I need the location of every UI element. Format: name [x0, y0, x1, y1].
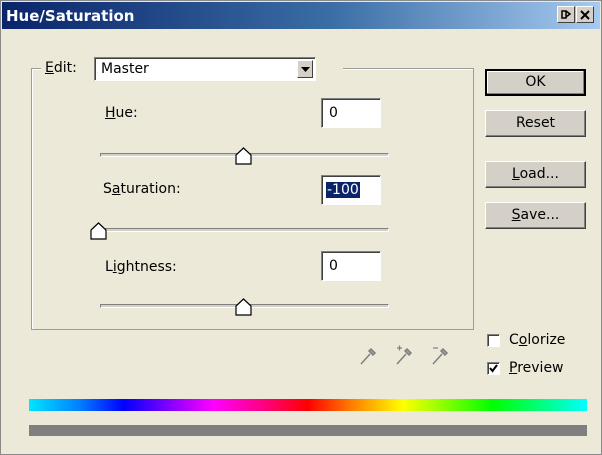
ok-button[interactable]: OK: [485, 69, 586, 96]
close-icon: [580, 10, 590, 20]
hue-value: 0: [329, 105, 338, 121]
saturation-label: Saturation:: [103, 181, 181, 197]
save-button[interactable]: Save...: [485, 202, 586, 229]
edit-select[interactable]: Master: [94, 57, 316, 81]
preview-label[interactable]: Preview: [509, 360, 564, 376]
check-icon: [489, 364, 498, 373]
lightness-value: 0: [329, 258, 338, 274]
saturation-slider-track[interactable]: [100, 228, 389, 232]
eyedropper-plus-icon[interactable]: [394, 345, 414, 367]
hue-saturation-dialog: Hue/Saturation Edit: Master Hue: 0 Satur…: [0, 0, 602, 455]
lightness-input[interactable]: 0: [321, 251, 381, 281]
color-spectrum-bar: [29, 399, 587, 411]
edit-label: Edit:: [45, 60, 77, 76]
reset-button[interactable]: Reset: [485, 110, 586, 137]
eyedropper-icon[interactable]: [358, 345, 378, 367]
hue-input[interactable]: 0: [321, 98, 381, 128]
eyedropper-minus-icon[interactable]: [430, 345, 450, 367]
preview-checkbox[interactable]: [487, 362, 500, 375]
hue-label: Hue:: [105, 105, 138, 121]
load-button[interactable]: Load...: [485, 161, 586, 188]
title-bar[interactable]: Hue/Saturation: [2, 2, 600, 29]
colorize-checkbox[interactable]: [487, 334, 500, 347]
lightness-label: Lightness:: [105, 259, 177, 275]
edit-selected-value: Master: [101, 61, 149, 77]
help-icon: [561, 10, 572, 19]
help-button[interactable]: [557, 6, 575, 23]
colorize-label[interactable]: Colorize: [509, 332, 565, 348]
close-button[interactable]: [576, 6, 594, 23]
edit-label-rest: dit:: [53, 60, 77, 76]
saturation-slider-thumb[interactable]: [90, 222, 107, 240]
chevron-down-icon: [301, 67, 310, 72]
adjusted-spectrum-bar: [29, 425, 587, 436]
edit-dropdown-button[interactable]: [297, 60, 313, 78]
hue-slider-thumb[interactable]: [235, 147, 252, 165]
lightness-slider-thumb[interactable]: [235, 298, 252, 316]
window-title: Hue/Saturation: [6, 7, 135, 25]
saturation-input[interactable]: -100: [321, 175, 381, 205]
saturation-value: -100: [326, 182, 360, 198]
adjustment-group: [31, 68, 474, 330]
